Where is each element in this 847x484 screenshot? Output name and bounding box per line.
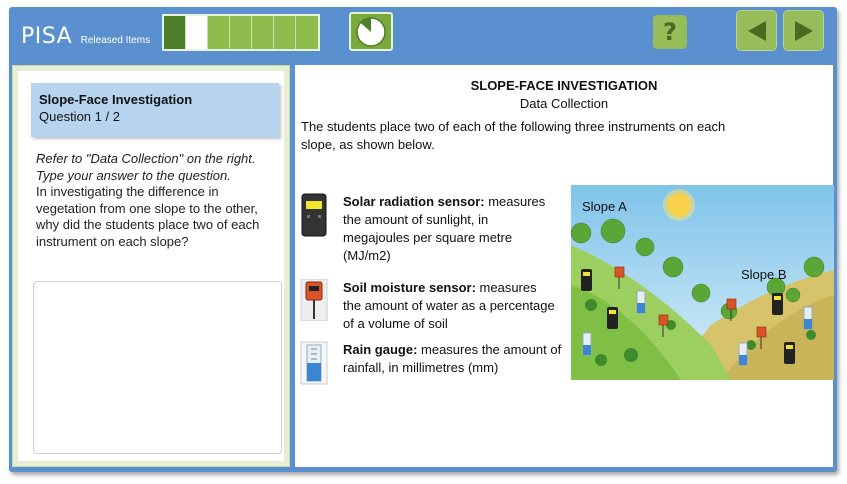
question-number: Question 1 / 2: [39, 109, 120, 124]
instrument-rain: Rain gauge: measures the amount of rainf…: [299, 341, 565, 390]
next-button[interactable]: [783, 10, 824, 51]
arrow-left-icon: [747, 20, 766, 41]
instrument-solar: Solar radiation sensor: measures the amo…: [299, 193, 558, 265]
instrument-soil: Soil moisture sensor: measures the amoun…: [299, 278, 558, 333]
answer-input[interactable]: [33, 281, 282, 454]
progress-segment: [296, 16, 318, 49]
arrow-right-icon: [794, 20, 813, 41]
progress-segment: [274, 16, 296, 49]
stimulus-intro: The students place two of each of the fo…: [301, 119, 726, 152]
progress-segment-current: [186, 16, 208, 49]
instrument-solar-text: Solar radiation sensor: measures the amo…: [343, 193, 558, 265]
slope-b-label: Slope B: [741, 267, 787, 282]
question-panel: Slope-Face Investigation Question 1 / 2 …: [12, 65, 290, 467]
progress-segment: [208, 16, 230, 49]
rain-gauge-icon: [299, 341, 329, 390]
question-instruction: Refer to "Data Collection" on the right.…: [36, 151, 256, 183]
sun: [667, 193, 691, 217]
progress-segment: [164, 16, 186, 49]
help-icon: ?: [663, 18, 677, 46]
question-body: Refer to "Data Collection" on the right.…: [36, 151, 274, 250]
app-window: PISA Released Items ? Slope-Face Investi…: [9, 7, 837, 472]
pisa-logo: PISA Released Items: [21, 24, 150, 49]
logo-subtitle: Released Items: [80, 35, 151, 46]
stimulus-panel: SLOPE-FACE INVESTIGATION Data Collection…: [295, 65, 834, 467]
slope-a-label: Slope A: [582, 199, 627, 214]
instrument-rain-name: Rain gauge:: [343, 342, 418, 357]
question-text: In investigating the difference in veget…: [36, 184, 260, 249]
help-button[interactable]: ?: [653, 15, 687, 49]
progress-segment: [252, 16, 274, 49]
question-panel-inner: Slope-Face Investigation Question 1 / 2 …: [18, 71, 284, 461]
slopes-illustration: Slope A Slope B: [571, 185, 834, 380]
question-title: Slope-Face Investigation: [39, 92, 193, 107]
instrument-solar-name: Solar radiation sensor:: [343, 194, 485, 209]
progress-segment: [230, 16, 252, 49]
previous-button[interactable]: [736, 10, 777, 51]
instrument-rain-text: Rain gauge: measures the amount of rainf…: [343, 341, 565, 390]
solar-sensor-icon: [299, 193, 329, 265]
logo-text: PISA: [21, 24, 73, 49]
timer-icon: [349, 12, 393, 51]
instrument-soil-name: Soil moisture sensor:: [343, 280, 476, 295]
stimulus-title: SLOPE-FACE INVESTIGATION: [470, 78, 658, 93]
top-bar: PISA Released Items ?: [9, 7, 837, 61]
question-header: Slope-Face Investigation Question 1 / 2: [31, 83, 279, 137]
progress-indicator: [162, 14, 320, 51]
soil-sensor-icon: [299, 278, 329, 333]
instrument-soil-text: Soil moisture sensor: measures the amoun…: [343, 279, 558, 333]
stimulus-subtitle: Data Collection: [519, 96, 609, 111]
